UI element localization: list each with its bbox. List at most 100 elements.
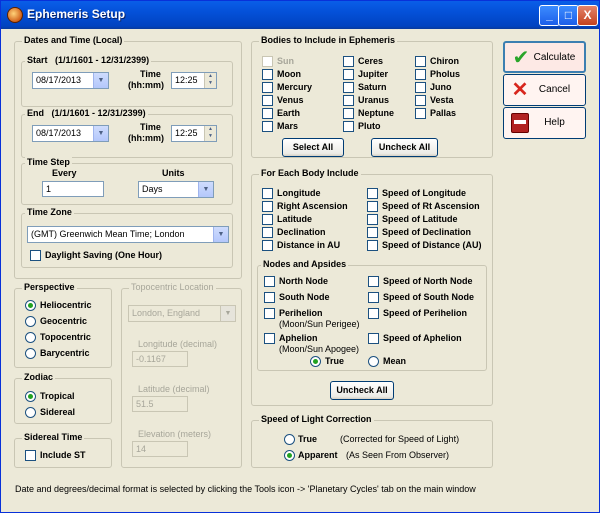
calculate-button[interactable]: ✔ Calculate	[503, 41, 586, 73]
light-true-radio[interactable]	[284, 434, 295, 445]
each-body-group: For Each Body Include Longitude Right As…	[251, 168, 493, 406]
north-node-label: North Node	[279, 276, 328, 286]
speed-south-node-checkbox[interactable]	[368, 292, 379, 303]
time-step-label: Time Step	[25, 157, 72, 167]
perspective-label: Perspective	[22, 282, 77, 292]
nodes-mean-radio[interactable]	[368, 356, 379, 367]
spin-updown-icon[interactable]: ▲ ▼	[204, 126, 216, 141]
every-input[interactable]: 1	[42, 181, 104, 197]
elevation-input[interactable]: 14	[132, 441, 188, 457]
latitude-input[interactable]: 51.5	[132, 396, 188, 412]
latitude-label: Latitude (decimal)	[138, 384, 210, 394]
light-apparent-radio[interactable]	[284, 450, 295, 461]
speed-perihelion-checkbox[interactable]	[368, 308, 379, 319]
sidereal-time-label: Sidereal Time	[22, 432, 85, 442]
body-label-earth: Earth	[277, 108, 301, 118]
body-checkbox-chiron[interactable]	[415, 56, 426, 67]
body-checkbox-sun[interactable]	[262, 56, 273, 67]
nodes-mean-label: Mean	[383, 356, 407, 366]
perihelion-checkbox[interactable]	[264, 308, 275, 319]
speed-latitude-checkbox[interactable]	[367, 214, 378, 225]
body-checkbox-pallas[interactable]	[415, 108, 426, 119]
bodies-uncheck-all-button[interactable]: Uncheck All	[371, 138, 438, 157]
daylight-saving-checkbox[interactable]	[30, 250, 41, 261]
tropical-radio[interactable]	[25, 391, 36, 402]
right-ascension-checkbox[interactable]	[262, 201, 273, 212]
help-button[interactable]: Help	[503, 107, 586, 139]
speed-longitude-checkbox[interactable]	[367, 188, 378, 199]
declination-checkbox[interactable]	[262, 227, 273, 238]
maximize-button[interactable]: □	[558, 5, 579, 26]
body-checkbox-mercury[interactable]	[262, 82, 273, 93]
body-checkbox-saturn[interactable]	[343, 82, 354, 93]
body-checkbox-venus[interactable]	[262, 95, 273, 106]
location-select[interactable]: London, England ▼	[128, 305, 236, 322]
sidereal-time-group: Sidereal Time Include ST	[14, 432, 112, 468]
start-time-input[interactable]: 12:25 ▲ ▼	[171, 72, 217, 89]
body-label-mars: Mars	[277, 121, 299, 131]
chevron-down-icon[interactable]: ▼	[198, 182, 213, 197]
select-all-button[interactable]: Select All	[282, 138, 344, 157]
close-button[interactable]: X	[577, 5, 598, 26]
sidereal-label: Sidereal	[40, 407, 76, 417]
body-checkbox-ceres[interactable]	[343, 56, 354, 67]
spin-updown-icon[interactable]: ▲ ▼	[204, 73, 216, 88]
body-checkbox-juno[interactable]	[415, 82, 426, 93]
latitude-checkbox[interactable]	[262, 214, 273, 225]
body-checkbox-earth[interactable]	[262, 108, 273, 119]
longitude-checkbox[interactable]	[262, 188, 273, 199]
body-checkbox-pluto[interactable]	[343, 121, 354, 132]
body-checkbox-jupiter[interactable]	[343, 69, 354, 80]
minimize-button[interactable]: _	[539, 5, 560, 26]
each-body-uncheck-all-button[interactable]: Uncheck All	[330, 381, 394, 400]
body-checkbox-uranus[interactable]	[343, 95, 354, 106]
body-checkbox-neptune[interactable]	[343, 108, 354, 119]
units-select[interactable]: Days ▼	[138, 181, 214, 198]
speed-south-node-label: Speed of South Node	[383, 292, 474, 302]
perihelion-label: Perihelion	[279, 308, 323, 318]
speed-declination-checkbox[interactable]	[367, 227, 378, 238]
body-label-pluto: Pluto	[358, 121, 381, 131]
bodies-label: Bodies to Include in Ephemeris	[259, 35, 398, 45]
barycentric-radio[interactable]	[25, 348, 36, 359]
speed-rt-ascension-checkbox[interactable]	[367, 201, 378, 212]
title-bar[interactable]: Ephemeris Setup _ □ X	[1, 1, 599, 29]
south-node-checkbox[interactable]	[264, 292, 275, 303]
sidereal-radio[interactable]	[25, 407, 36, 418]
speed-longitude-label: Speed of Longitude	[382, 188, 466, 198]
longitude-input[interactable]: -0.1167	[132, 351, 188, 367]
body-checkbox-moon[interactable]	[262, 69, 273, 80]
speed-aphelion-checkbox[interactable]	[368, 333, 379, 344]
zodiac-group: Zodiac Tropical Sidereal	[14, 372, 112, 424]
end-date-picker[interactable]: 08/17/2013 ▼	[32, 125, 109, 142]
chevron-down-icon[interactable]: ▼	[93, 73, 108, 88]
include-st-checkbox[interactable]	[25, 450, 36, 461]
body-label-neptune: Neptune	[358, 108, 394, 118]
barycentric-label: Barycentric	[40, 348, 90, 358]
heliocentric-radio[interactable]	[25, 300, 36, 311]
chevron-down-icon[interactable]: ▼	[213, 227, 228, 242]
start-date-picker[interactable]: 08/17/2013 ▼	[32, 72, 109, 89]
topocentric-radio[interactable]	[25, 332, 36, 343]
geocentric-label: Geocentric	[40, 316, 88, 326]
chevron-down-icon[interactable]: ▼	[93, 126, 108, 141]
south-node-label: South Node	[279, 292, 330, 302]
distance-au-checkbox[interactable]	[262, 240, 273, 251]
body-checkbox-vesta[interactable]	[415, 95, 426, 106]
start-group: Start (1/1/1601 - 12/31/2399) 08/17/2013…	[21, 55, 233, 107]
body-checkbox-mars[interactable]	[262, 121, 273, 132]
body-checkbox-pholus[interactable]	[415, 69, 426, 80]
end-time-input[interactable]: 12:25 ▲ ▼	[171, 125, 217, 142]
cancel-button[interactable]: ✕ Cancel	[503, 74, 586, 106]
time-zone-select[interactable]: (GMT) Greenwich Mean Time; London ▼	[27, 226, 229, 243]
light-apparent-label: Apparent	[298, 450, 338, 460]
geocentric-radio[interactable]	[25, 316, 36, 327]
speed-north-node-checkbox[interactable]	[368, 276, 379, 287]
aphelion-checkbox[interactable]	[264, 333, 275, 344]
speed-distance-checkbox[interactable]	[367, 240, 378, 251]
nodes-true-radio[interactable]	[310, 356, 321, 367]
perihelion-sub-label: (Moon/Sun Perigee)	[279, 319, 360, 329]
chevron-down-icon[interactable]: ▼	[220, 306, 235, 321]
speed-aphelion-label: Speed of Aphelion	[383, 333, 462, 343]
north-node-checkbox[interactable]	[264, 276, 275, 287]
